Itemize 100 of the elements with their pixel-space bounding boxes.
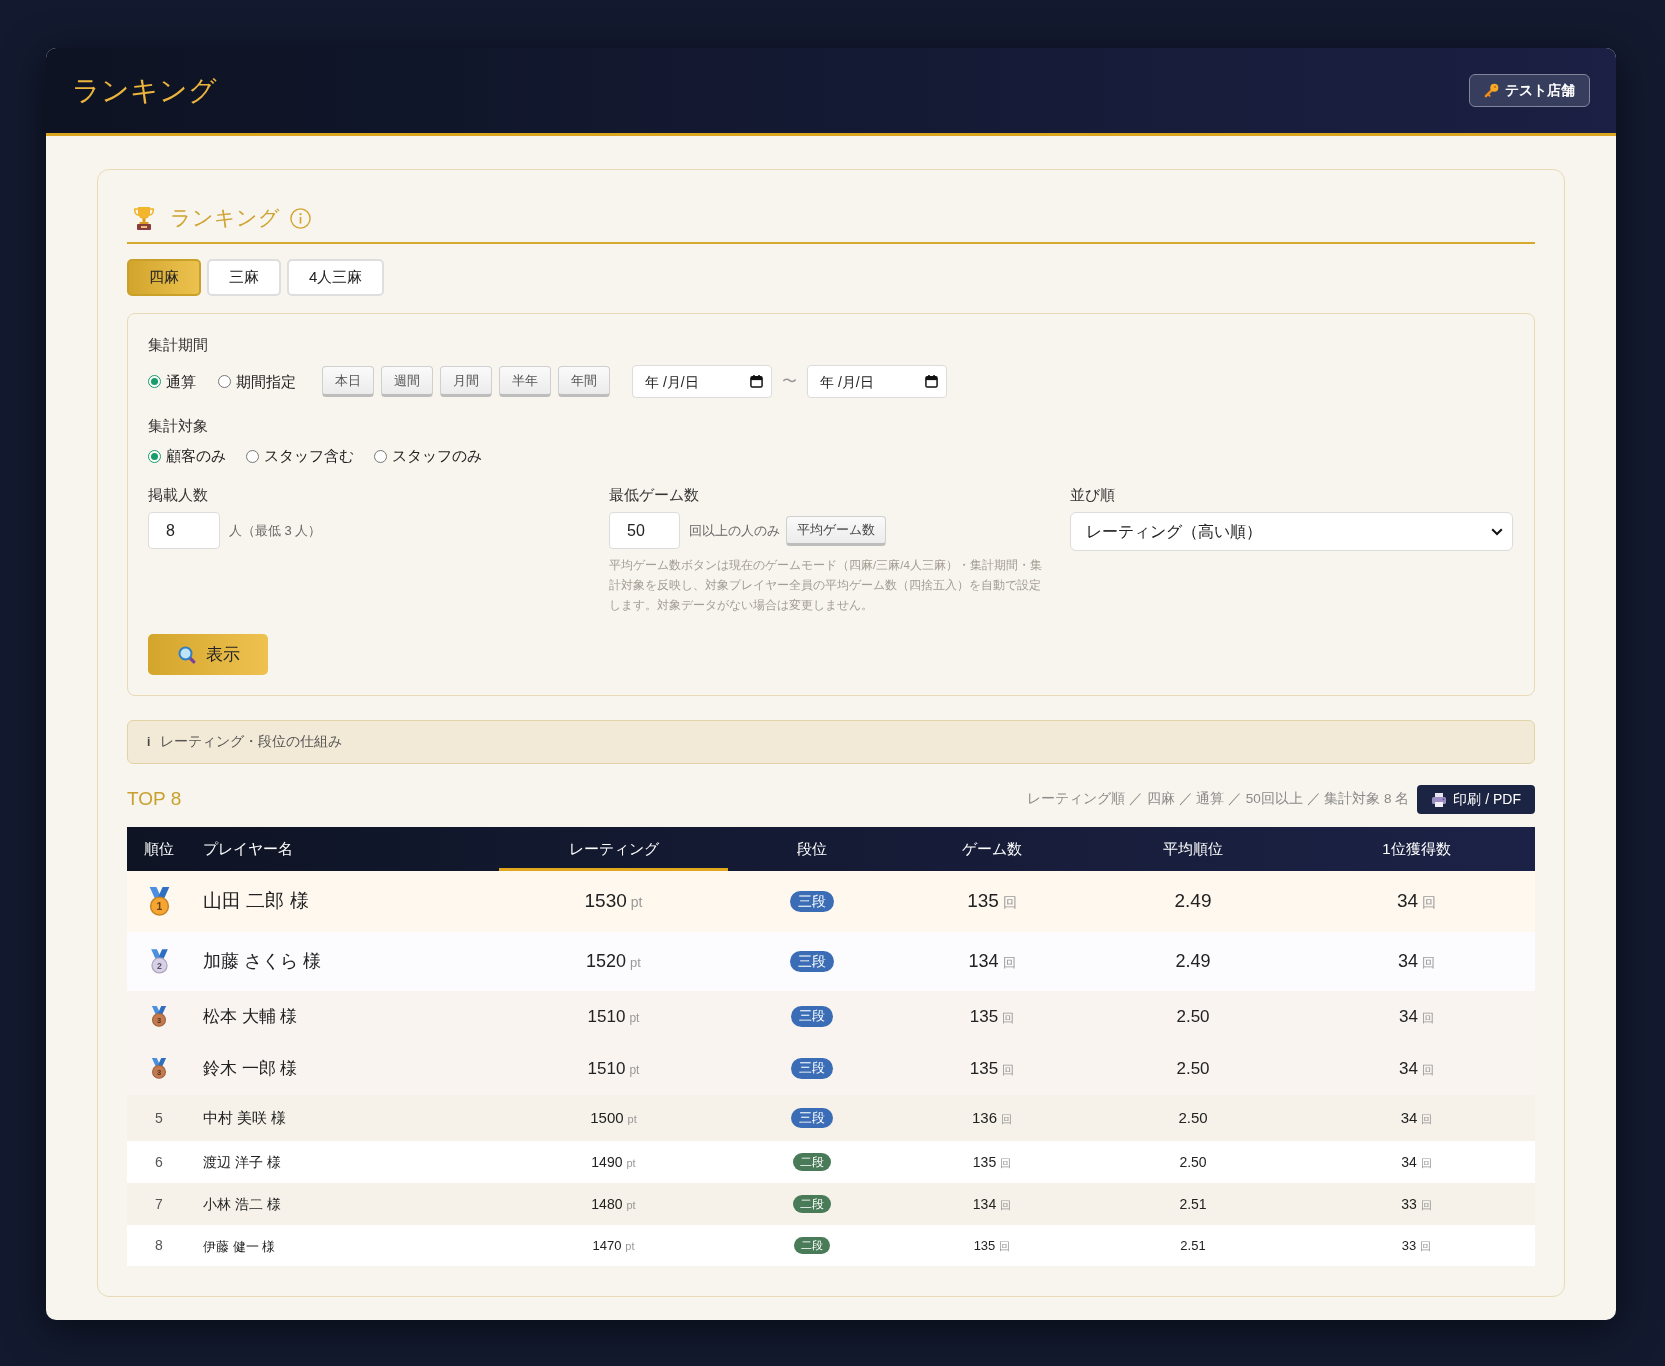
- player-name[interactable]: 山田 二郎 様: [203, 890, 309, 912]
- info-icon[interactable]: [290, 207, 311, 229]
- player-name[interactable]: 小林 浩二 様: [203, 1196, 281, 1212]
- min-games-input[interactable]: 50: [609, 512, 680, 549]
- radio-button[interactable]: [246, 449, 259, 463]
- calendar-icon[interactable]: [925, 375, 938, 388]
- game-count: 135 回: [973, 1236, 1011, 1255]
- column-header[interactable]: 1位獲得数: [1298, 827, 1535, 871]
- player-name[interactable]: 渡辺 洋子 様: [203, 1154, 281, 1170]
- rank-number: 8: [155, 1236, 163, 1255]
- rating-value: 1530 pt: [584, 889, 643, 914]
- average-games-button[interactable]: 平均ゲーム数: [786, 515, 886, 546]
- average-rank: 2.50: [1176, 1005, 1210, 1028]
- date-field[interactable]: 年 /月/日: [807, 365, 947, 398]
- first-place-count: 34 回: [1401, 1152, 1432, 1172]
- player-name[interactable]: 松本 大輔 様: [203, 1006, 298, 1026]
- player-name[interactable]: 伊藤 健一 様: [203, 1238, 276, 1254]
- game-count: 134 回: [968, 950, 1016, 973]
- info-marker: i: [147, 734, 151, 751]
- count-input[interactable]: 8: [148, 512, 220, 549]
- game-count: 135 回: [967, 889, 1017, 914]
- print-button[interactable]: 印刷 / PDF: [1417, 785, 1535, 814]
- results-title: TOP 8: [127, 787, 182, 812]
- grade-badge: 三段: [791, 1058, 833, 1079]
- calendar-icon[interactable]: [750, 375, 763, 388]
- field-label: 最低ゲーム数: [609, 485, 700, 505]
- average-rank: 2.51: [1180, 1236, 1206, 1255]
- game-count: 135 回: [972, 1152, 1012, 1172]
- average-rank: 2.49: [1174, 889, 1212, 914]
- page-title: ランキング: [72, 73, 217, 108]
- store-button[interactable]: テスト店舗: [1469, 74, 1590, 107]
- rating-value: 1510 pt: [587, 1057, 640, 1080]
- average-rank: 2.50: [1179, 1152, 1207, 1172]
- section-title: ランキング: [170, 205, 280, 231]
- radio-label[interactable]: スタッフ含む: [264, 446, 354, 466]
- radio-label[interactable]: スタッフのみ: [392, 446, 482, 466]
- rank-number: 5: [155, 1108, 163, 1128]
- date-field[interactable]: 年 /月/日: [632, 365, 772, 398]
- radio-button[interactable]: [374, 449, 387, 463]
- column-header[interactable]: 段位: [728, 827, 896, 871]
- info-toggle[interactable]: レーティング・段位の仕組み: [160, 731, 343, 753]
- tab[interactable]: 四麻: [127, 259, 201, 296]
- first-place-count: 33 回: [1401, 1236, 1432, 1255]
- game-count: 135 回: [969, 1005, 1015, 1028]
- first-place-count: 34 回: [1396, 889, 1437, 914]
- game-count: 136 回: [972, 1107, 1012, 1128]
- preset-button[interactable]: 月間: [440, 366, 492, 397]
- key-icon: [1484, 83, 1499, 98]
- field-label: 集計対象: [148, 416, 209, 436]
- column-header[interactable]: 平均順位: [1088, 827, 1298, 871]
- player-name[interactable]: 鈴木 一郎 様: [203, 1058, 298, 1078]
- first-place-count: 34 回: [1399, 1005, 1434, 1028]
- radio-button[interactable]: [148, 449, 161, 463]
- rank-medal: 3: [150, 1006, 168, 1027]
- game-count: 134 回: [972, 1194, 1012, 1214]
- column-header[interactable]: 順位: [127, 827, 191, 871]
- average-rank: 2.49: [1175, 950, 1211, 973]
- radio-button[interactable]: [218, 375, 231, 388]
- preset-button[interactable]: 半年: [499, 366, 551, 397]
- tab[interactable]: 4人三麻: [287, 259, 385, 296]
- radio-button[interactable]: [148, 375, 161, 388]
- rating-value: 1480 pt: [591, 1194, 636, 1214]
- show-button[interactable]: 表示: [148, 634, 268, 675]
- preset-button[interactable]: 本日: [322, 366, 374, 397]
- column-header[interactable]: プレイヤー名: [191, 827, 499, 871]
- search-icon: [178, 645, 196, 664]
- radio-label[interactable]: 通算: [166, 371, 196, 392]
- grade-badge: 三段: [791, 1107, 833, 1129]
- first-place-count: 34 回: [1398, 950, 1435, 973]
- rating-value: 1470 pt: [592, 1236, 635, 1255]
- rating-value: 1510 pt: [587, 1005, 640, 1028]
- game-count: 135 回: [969, 1057, 1015, 1080]
- column-header[interactable]: ゲーム数: [896, 827, 1088, 871]
- rating-value: 1520 pt: [586, 950, 641, 973]
- radio-label[interactable]: 顧客のみ: [166, 446, 226, 466]
- player-name[interactable]: 加藤 さくら 様: [203, 951, 321, 971]
- rank-number: 7: [155, 1194, 163, 1214]
- rank-number: 6: [155, 1152, 163, 1172]
- first-place-count: 33 回: [1401, 1194, 1432, 1214]
- player-name[interactable]: 中村 美咲 様: [203, 1109, 287, 1126]
- sort-select[interactable]: レーティング（高い順）: [1070, 512, 1513, 551]
- printer-icon: [1431, 791, 1448, 808]
- preset-button[interactable]: 年間: [558, 366, 610, 397]
- preset-button[interactable]: 週間: [381, 366, 433, 397]
- first-place-count: 34 回: [1399, 1057, 1434, 1080]
- tab[interactable]: 三麻: [207, 259, 281, 296]
- grade-badge: 三段: [789, 890, 835, 913]
- help-text: 平均ゲーム数ボタンは現在のゲームモード（四麻/三麻/4人三麻）・集計期間・集計対象を反映し、対象プレイヤー全員の平均ゲーム数（四捨五入）を自動で設定します。対象データがない場合は変更しません。: [609, 558, 1043, 614]
- average-rank: 2.50: [1178, 1107, 1208, 1128]
- grade-badge: 二段: [792, 1194, 832, 1214]
- rating-value: 1500 pt: [590, 1107, 637, 1128]
- range-separator: 〜: [782, 371, 797, 392]
- trophy-icon: [133, 206, 155, 230]
- field-label: 集計期間: [148, 335, 209, 355]
- radio-label[interactable]: 期間指定: [236, 371, 296, 392]
- average-rank: 2.50: [1176, 1057, 1210, 1080]
- results-summary: レーティング順 ／ 四麻 ／ 通算 ／ 50回以上 ／ 集計対象 8 名: [1027, 790, 1410, 809]
- grade-badge: 二段: [792, 1152, 832, 1172]
- count-hint: 人（最低 3 人）: [229, 521, 322, 540]
- grade-badge: 三段: [789, 950, 835, 973]
